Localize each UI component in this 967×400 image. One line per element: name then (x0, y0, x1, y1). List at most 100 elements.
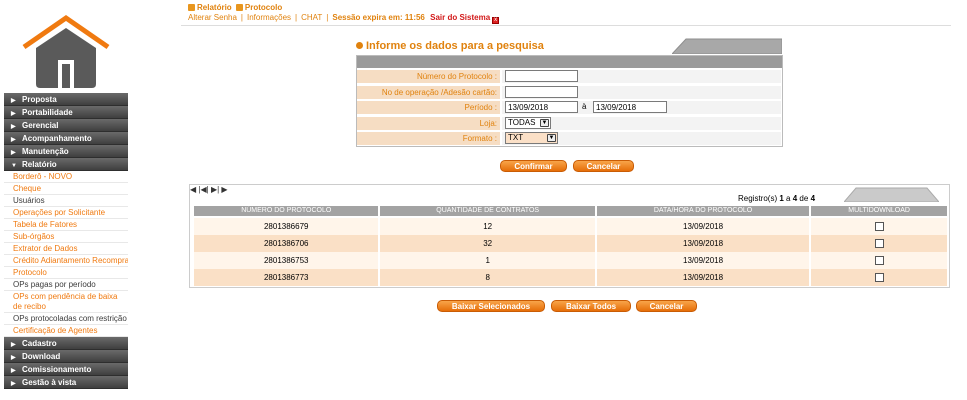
session-timer: Sessão expira em: 11:56 (332, 13, 425, 22)
cell-data: 13/09/2018 (596, 218, 810, 235)
chevron-down-icon: ▼ (540, 118, 549, 127)
square-bullet-icon (188, 4, 195, 11)
table-row: 2801386773 8 13/09/2018 (194, 269, 947, 286)
cell-data: 13/09/2018 (596, 269, 810, 286)
cell-data: 13/09/2018 (596, 235, 810, 252)
row-protocolo: Número do Protocolo : (357, 69, 782, 85)
cell-protocolo: 2801386753 (194, 252, 379, 269)
alterar-senha-link[interactable]: Alterar Senha (188, 13, 237, 22)
table-header-row: NÚMERO DO PROTOCOLO QUANTIDADE DE CONTRA… (194, 206, 947, 218)
sidebar-item-certificacao[interactable]: Certificação de Agentes (4, 325, 128, 337)
sidebar: ▶ Proposta ▶ Portabilidade ▶ Gerencial ▶ Aco… (0, 0, 128, 400)
close-x-icon[interactable]: x (492, 17, 500, 24)
cancel-results-button[interactable]: Cancelar (636, 300, 697, 312)
first-page-icon[interactable]: ◀ (190, 185, 196, 194)
multidownload-checkbox[interactable] (874, 256, 884, 266)
cell-protocolo: 2801386773 (194, 269, 379, 286)
menu-acompanhamento[interactable]: ▶ Acompanhamento (4, 132, 128, 145)
menu-proposta[interactable]: ▶ Proposta (4, 93, 128, 106)
record-count: Registro(s) 1 a 4 de 4 (738, 194, 816, 203)
col-multidownload: MULTIDOWNLOAD (811, 206, 947, 218)
cell-quantidade: 32 (380, 235, 595, 252)
house-icon (22, 14, 110, 88)
download-selected-button[interactable]: Baixar Selecionados (437, 300, 545, 312)
col-numero-protocolo: NÚMERO DO PROTOCOLO (194, 206, 379, 218)
periodo-from-input[interactable] (505, 101, 578, 113)
sidebar-item-sub-orgaos[interactable]: Sub-órgãos (4, 231, 128, 243)
chevron-down-icon: ▼ (547, 134, 556, 142)
loja-select[interactable]: TODAS ▼ (505, 116, 551, 129)
confirm-button[interactable]: Confirmar (500, 160, 567, 172)
protocolo-input[interactable] (505, 70, 578, 82)
sidebar-item-extrator-dados[interactable]: Extrator de Dados (4, 243, 128, 255)
arrow-right-icon: ▶ (11, 381, 16, 387)
sidebar-item-cheque[interactable]: Cheque (4, 183, 128, 195)
col-data-hora: DATA/HORA DO PROTOCOLO (596, 206, 810, 218)
multidownload-checkbox[interactable] (874, 273, 884, 283)
sidebar-item-usuarios[interactable]: Usuários (4, 195, 128, 207)
periodo-label: Período : (357, 101, 500, 114)
col-quantidade-contratos: QUANTIDADE DE CONTRATOS (380, 206, 595, 218)
side-menu: ▶ Proposta ▶ Portabilidade ▶ Gerencial ▶ Aco… (4, 93, 128, 389)
next-page-icon[interactable]: ▶| (211, 185, 219, 194)
protocolo-label: Número do Protocolo : (357, 70, 500, 83)
cell-data: 13/09/2018 (596, 252, 810, 269)
results-panel: Registro(s) 1 a 4 de 4 ◀ |◀| ▶| ▶ NÚMERO… (189, 184, 950, 288)
multidownload-checkbox[interactable] (874, 239, 884, 249)
last-page-icon[interactable]: ▶ (221, 185, 227, 194)
table-row: 2801386753 1 13/09/2018 (194, 252, 947, 269)
search-form: Número do Protocolo : No de operação /Ad… (356, 55, 783, 147)
breadcrumb: Relatório Protocolo (188, 3, 282, 12)
menu-portabilidade[interactable]: ▶ Portabilidade (4, 106, 128, 119)
menu-comissionamento[interactable]: ▶ Comissionamento (4, 363, 128, 376)
form-title: Informe os dados para a pesquisa (356, 40, 544, 52)
prev-page-icon[interactable]: |◀| (198, 185, 208, 194)
breadcrumb-page: Protocolo (244, 3, 283, 12)
form-tab-decoration (672, 38, 782, 54)
menu-cadastro[interactable]: ▶ Cadastro (4, 337, 128, 350)
pager-background (844, 187, 939, 202)
sidebar-item-ops-pendencia[interactable]: OPs com pendência de baixa de recibo (4, 291, 128, 313)
row-formato: Formato : TXT ▼ (357, 131, 782, 147)
row-periodo: Período : à (357, 100, 782, 116)
sidebar-item-protocolo[interactable]: Protocolo (4, 267, 128, 279)
menu-manutencao[interactable]: ▶ Manutenção (4, 145, 128, 158)
menu-gestao-vista[interactable]: ▶ Gestão à vista (4, 376, 128, 389)
sidebar-item-operacoes-solicitante[interactable]: Operações por Solicitante (4, 207, 128, 219)
table-row: 2801386706 32 13/09/2018 (194, 235, 947, 252)
sidebar-item-credito-adiantamento[interactable]: Crédito Adiantamento Recompra (4, 255, 128, 267)
operacao-label: No de operação /Adesão cartão: (357, 85, 500, 99)
cell-quantidade: 8 (380, 269, 595, 286)
operacao-input[interactable] (505, 85, 578, 98)
menu-gerencial[interactable]: ▶ Gerencial (4, 119, 128, 132)
download-all-button[interactable]: Baixar Todos (551, 300, 631, 312)
row-loja: Loja: TODAS ▼ (357, 116, 782, 132)
formato-label: Formato : (357, 132, 500, 145)
cell-quantidade: 12 (380, 218, 595, 235)
informacoes-link[interactable]: Informações (247, 13, 291, 22)
periodo-to-input[interactable] (593, 101, 667, 113)
periodo-separator: à (582, 102, 587, 111)
table-row: 2801386679 12 13/09/2018 (194, 218, 947, 235)
menu-download[interactable]: ▶ Download (4, 350, 128, 363)
cell-quantidade: 1 (380, 252, 595, 269)
cell-protocolo: 2801386706 (194, 235, 379, 252)
row-operacao: No de operação /Adesão cartão: (357, 85, 782, 101)
protocol-table: NÚMERO DO PROTOCOLO QUANTIDADE DE CONTRA… (192, 206, 949, 286)
logout-link[interactable]: Sair do Sistema (430, 13, 490, 22)
formato-select[interactable]: TXT ▼ (505, 132, 558, 144)
square-bullet-icon (235, 4, 243, 11)
form-header-bar (357, 56, 782, 69)
sidebar-item-bordero[interactable]: Borderô - NOVO (4, 171, 128, 183)
loja-label: Loja: (357, 116, 500, 130)
sidebar-item-ops-pagas[interactable]: OPs pagas por período (4, 279, 128, 291)
top-links: Alterar Senha | Informações | CHAT | Sessão ex… (188, 13, 500, 24)
menu-relatorio[interactable]: ▼ Relatório (4, 158, 128, 171)
multidownload-checkbox[interactable] (874, 222, 884, 232)
chat-link[interactable]: CHAT (301, 13, 322, 22)
sidebar-item-ops-restricao[interactable]: OPs protocoladas com restrição (4, 313, 128, 325)
sidebar-item-tabela-fatores[interactable]: Tabela de Fatores (4, 219, 128, 231)
cancel-search-button[interactable]: Cancelar (573, 160, 634, 172)
cell-protocolo: 2801386679 (194, 218, 379, 235)
breadcrumb-section: Relatório (197, 3, 232, 12)
